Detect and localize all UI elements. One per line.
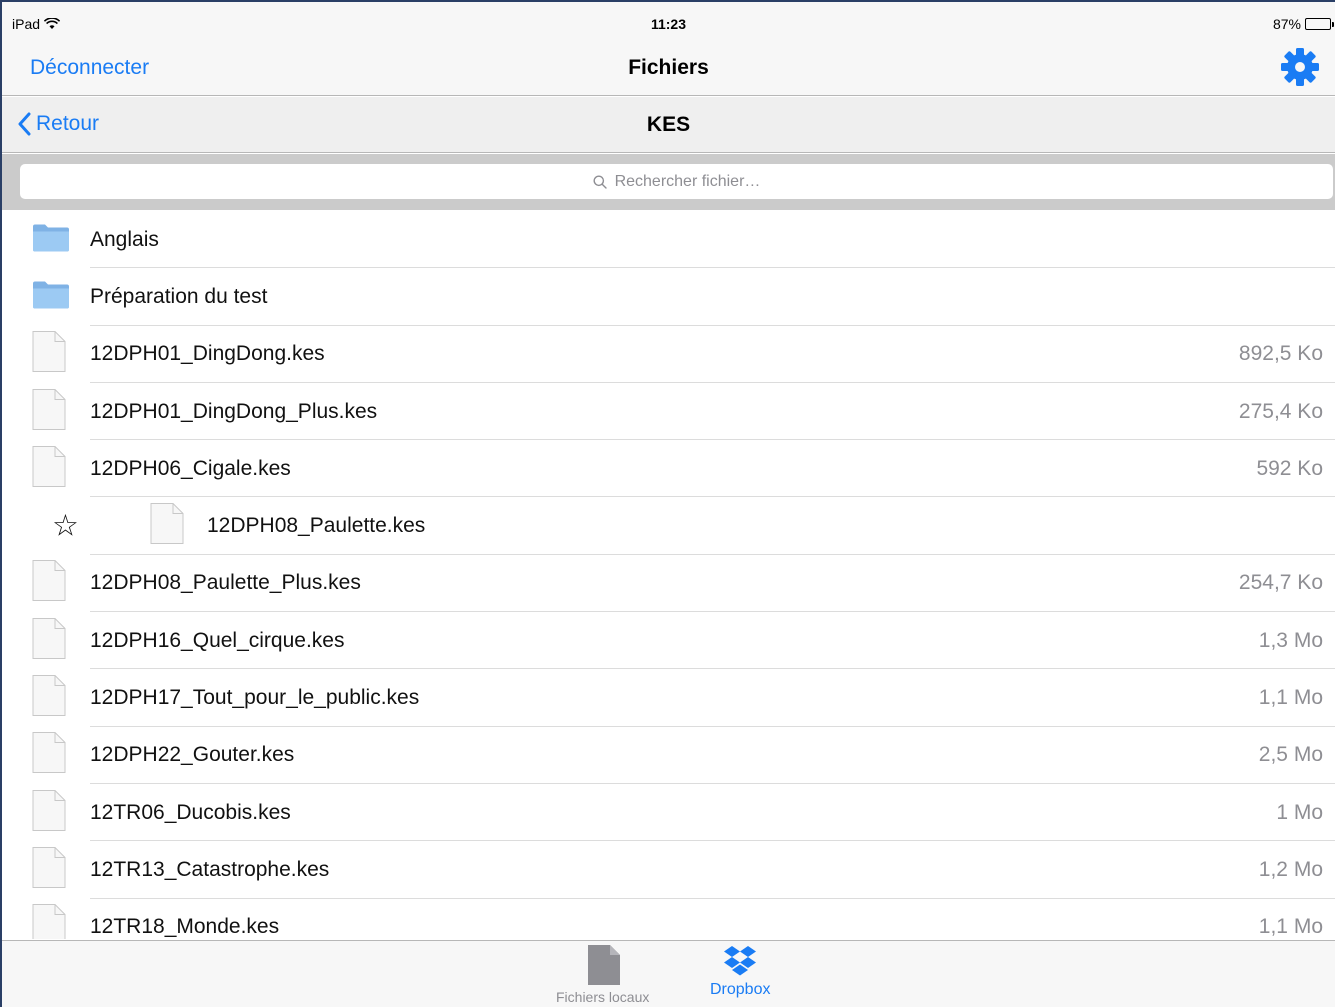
item-size: 592 Ko: [1256, 456, 1323, 480]
document-icon: [32, 675, 66, 722]
file-row[interactable]: 12DPH08_Paulette_Plus.kes 254,7 Ko: [2, 555, 1335, 613]
item-name: 12TR18_Monde.kes: [90, 915, 280, 939]
item-size: 1,3 Mo: [1258, 628, 1323, 652]
item-name: 12DPH22_Gouter.kes: [90, 743, 295, 767]
document-icon: [587, 945, 620, 985]
page-title: Fichiers: [628, 56, 709, 79]
document-icon: [32, 388, 66, 435]
file-row[interactable]: 12DPH22_Gouter.kes 2,5 Mo: [2, 727, 1335, 785]
item-name: 12TR06_Ducobis.kes: [90, 800, 291, 824]
document-icon: [32, 445, 66, 492]
file-list: Anglais Préparation du test 12DPH01_DingDo…: [2, 211, 1335, 939]
item-size: 1,1 Mo: [1258, 686, 1323, 710]
folder-row[interactable]: Préparation du test: [2, 268, 1335, 326]
tab-label-local: Fichiers locaux: [556, 989, 650, 1005]
document-icon: [32, 789, 66, 836]
item-name: 12DPH01_DingDong_Plus.kes: [90, 399, 378, 423]
document-icon: [32, 560, 66, 607]
file-row[interactable]: 12DPH06_Cigale.kes 592 Ko: [2, 440, 1335, 498]
document-icon: [32, 732, 66, 779]
file-row[interactable]: 12DPH01_DingDong_Plus.kes 275,4 Ko: [2, 383, 1335, 441]
status-right: 87%: [1272, 16, 1334, 32]
gear-icon[interactable]: [1279, 46, 1321, 88]
item-name: 12DPH17_Tout_pour_le_public.kes: [90, 686, 420, 710]
document-icon: [32, 904, 66, 939]
document-icon: [32, 617, 66, 664]
item-name: 12DPH08_Paulette.kes: [207, 514, 426, 538]
file-row[interactable]: 12DPH01_DingDong.kes 892,5 Ko: [2, 326, 1335, 384]
file-row[interactable]: 12TR06_Ducobis.kes 1 Mo: [2, 784, 1335, 842]
star-icon[interactable]: ☆: [52, 509, 79, 544]
item-size: 1,2 Mo: [1258, 857, 1323, 881]
folder-icon: [32, 279, 70, 314]
search-bar: Rechercher fichier…: [2, 154, 1335, 210]
search-placeholder: Rechercher fichier…: [614, 172, 761, 190]
item-name: 12DPH16_Quel_cirque.kes: [90, 628, 345, 652]
file-row[interactable]: 12TR13_Catastrophe.kes 1,2 Mo: [2, 841, 1335, 899]
tab-label-dropbox: Dropbox: [710, 981, 771, 998]
folder-navigation-bar: Retour KES: [2, 97, 1335, 153]
item-name: 12DPH08_Paulette_Plus.kes: [90, 571, 361, 595]
file-row[interactable]: 12DPH16_Quel_cirque.kes 1,3 Mo: [2, 612, 1335, 670]
item-name: Préparation du test: [90, 284, 268, 308]
item-size: 1,1 Mo: [1258, 915, 1323, 939]
tab-bar: Fichiers locaux Dropbox: [2, 940, 1335, 1007]
folder-row[interactable]: Anglais: [2, 211, 1335, 269]
file-row[interactable]: ☆ 12DPH08_Paulette.kes: [2, 497, 1335, 556]
document-icon: [150, 503, 184, 550]
item-size: 892,5 Ko: [1238, 342, 1323, 366]
item-name: Anglais: [90, 227, 159, 251]
search-icon: [593, 175, 607, 189]
status-bar: iPad 11:23 87%: [2, 2, 1335, 40]
battery-icon: [1305, 18, 1334, 30]
navigation-bar: Déconnecter Fichiers: [2, 40, 1335, 96]
battery-percent: 87%: [1272, 16, 1301, 32]
tab-local-files[interactable]: Fichiers locaux: [556, 945, 649, 1005]
dropbox-icon: [724, 946, 757, 976]
folder-icon: [32, 222, 70, 257]
item-name: 12DPH01_DingDong.kes: [90, 342, 325, 366]
file-row[interactable]: 12TR18_Monde.kes 1,1 Mo: [2, 899, 1335, 939]
document-icon: [32, 331, 66, 378]
file-row[interactable]: 12DPH17_Tout_pour_le_public.kes 1,1 Mo: [2, 669, 1335, 727]
document-icon: [32, 846, 66, 893]
item-size: 1 Mo: [1276, 800, 1323, 824]
status-time: 11:23: [650, 16, 687, 32]
folder-title: KES: [646, 113, 691, 136]
app-window: iPad 11:23 87% Déconnecter Fichiers Reto…: [0, 0, 1335, 1007]
item-size: 275,4 Ko: [1238, 399, 1323, 423]
item-size: 254,7 Ko: [1238, 571, 1323, 595]
item-name: 12DPH06_Cigale.kes: [90, 456, 291, 480]
tab-dropbox[interactable]: Dropbox: [710, 945, 770, 999]
item-size: 2,5 Mo: [1258, 743, 1323, 767]
item-name: 12TR13_Catastrophe.kes: [90, 857, 330, 881]
search-input[interactable]: Rechercher fichier…: [20, 164, 1333, 199]
